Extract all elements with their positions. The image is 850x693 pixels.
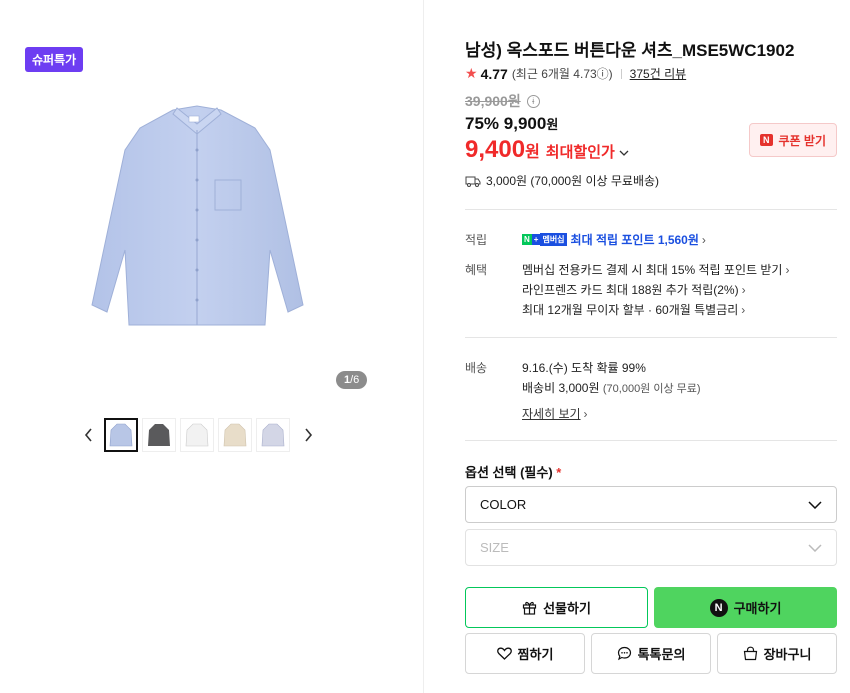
original-price: 39,900원 i: [465, 91, 540, 111]
shipping-fee: 3,000원 (70,000원 이상 무료배송): [465, 172, 659, 189]
chevron-down-icon: [808, 500, 822, 509]
thumbnail-1[interactable]: [104, 418, 138, 452]
shopping-bag-icon: [743, 646, 757, 661]
sale-price: 75% 9,900원: [465, 114, 559, 133]
chevron-down-icon: [619, 148, 629, 160]
gift-icon: [522, 601, 537, 615]
thumbnail-strip: [78, 418, 318, 452]
truck-icon: [465, 176, 481, 187]
option-title: 옵션 선택 (필수) *: [465, 465, 562, 480]
review-count-link[interactable]: 375건 리뷰: [630, 65, 686, 82]
color-select[interactable]: COLOR: [465, 486, 837, 523]
point-benefit-link[interactable]: N + 멤버십 최대 적립 포인트 1,560원 ›: [522, 231, 706, 248]
coupon-button[interactable]: N 쿠폰 받기: [749, 123, 837, 157]
star-icon: ★: [465, 65, 478, 81]
product-image[interactable]: [85, 100, 310, 335]
benefit-label: 혜택: [465, 263, 488, 277]
rating-sub[interactable]: (최근 6개월 4.73ⓘ): [512, 65, 613, 82]
thumbnail-4[interactable]: [218, 418, 252, 452]
size-select[interactable]: SIZE: [465, 529, 837, 566]
product-gallery: 슈퍼특가 1/6: [0, 0, 424, 693]
divider: [465, 209, 837, 210]
heart-icon: [496, 647, 512, 660]
chevron-down-icon: [808, 543, 822, 552]
delivery-fee: 배송비 3,000원 (70,000원 이상 무료): [522, 381, 701, 395]
rating-score: 4.77: [480, 65, 508, 82]
benefit-line-1[interactable]: 멤버십 전용카드 결제 시 최대 15% 적립 포인트 받기 ›: [522, 261, 789, 278]
delivery-eta: 9.16.(수) 도착 확률 99%: [522, 361, 646, 375]
info-icon[interactable]: i: [526, 94, 540, 108]
discount-rate: 75%: [465, 114, 500, 133]
wish-button[interactable]: 찜하기: [465, 633, 585, 674]
max-discount-price[interactable]: 9,400 원 최대할인가: [465, 136, 629, 164]
super-deal-badge: 슈퍼특가: [25, 47, 84, 72]
talk-button[interactable]: 톡톡문의: [591, 633, 711, 674]
buy-button[interactable]: N 구매하기: [654, 587, 837, 628]
naver-n-icon: N: [760, 134, 773, 146]
delivery-label: 배송: [465, 361, 488, 375]
divider: [465, 337, 837, 338]
chat-icon: [617, 646, 631, 661]
divider: [465, 440, 837, 441]
point-label: 적립: [465, 233, 488, 247]
thumbnail-5[interactable]: [256, 418, 290, 452]
benefit-line-3[interactable]: 최대 12개월 무이자 할부 · 60개월 특별금리 ›: [522, 301, 745, 318]
thumbnail-3[interactable]: [180, 418, 214, 452]
cart-button[interactable]: 장바구니: [717, 633, 837, 674]
rating-row: ★ 4.77 (최근 6개월 4.73ⓘ) 375건 리뷰: [465, 65, 686, 82]
thumbnail-2[interactable]: [142, 418, 176, 452]
chevron-right-icon[interactable]: [298, 418, 318, 452]
benefit-line-2[interactable]: 라인프렌즈 카드 최대 188원 추가 적립(2%) ›: [522, 281, 746, 298]
chevron-left-icon[interactable]: [78, 418, 98, 452]
naver-pay-icon: N: [709, 598, 728, 617]
image-page-counter: 1/6: [336, 371, 368, 389]
naver-plus-icon: N + 멤버십: [522, 233, 567, 246]
delivery-detail-link[interactable]: 자세히 보기 ›: [522, 405, 588, 422]
gift-button[interactable]: 선물하기: [465, 587, 648, 628]
divider: [620, 68, 622, 79]
product-title: 남성) 옥스포드 버튼다운 셔츠_MSE5WC1902: [465, 41, 795, 60]
